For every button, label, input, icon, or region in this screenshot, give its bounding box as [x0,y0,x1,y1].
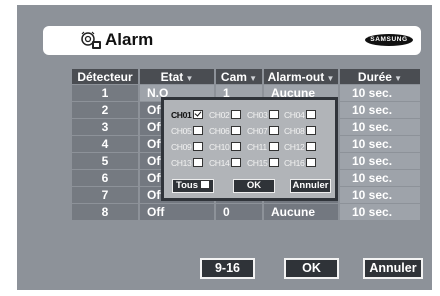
column-header-label: Etat [160,70,184,84]
channel-select-popup: CH01 CH02 CH03 CH04 CH05 CH06 CH07 CH08 CH09 CH10… [161,97,338,201]
checkbox-icon[interactable] [269,110,280,119]
channel-checkbox-item[interactable]: CH16 [284,158,317,169]
table-cell-duree[interactable]: 10 sec. [340,85,420,101]
dropdown-arrow-icon: ▼ [183,74,194,83]
channel-checkbox-item[interactable]: CH11 [247,142,279,153]
channel-checkbox-item[interactable]: CH04 [284,110,317,121]
column-header[interactable]: Durée ▼ [340,69,420,84]
channel-checkbox-item[interactable]: CH14 [209,158,242,169]
channel-label: CH04 [284,110,305,120]
channel-label: CH08 [284,126,305,136]
channel-checkbox-item[interactable]: CH12 [284,142,317,153]
table-cell-num: 8 [72,204,138,220]
channel-label: CH11 [247,142,267,152]
checkbox-icon[interactable] [269,126,280,135]
dropdown-arrow-icon: ▼ [246,74,258,83]
alarm-camera-icon [81,31,101,49]
table-cell-duree[interactable]: 10 sec. [340,170,420,186]
channel-label: CH09 [171,142,192,152]
channel-checkbox-item[interactable]: CH06 [209,126,242,137]
table-cell-num: 6 [72,170,138,186]
channel-label: CH16 [284,158,305,168]
table-cell-num: 1 [72,85,138,101]
channel-label: CH15 [247,158,268,168]
checkbox-icon[interactable] [306,142,317,151]
title-bar: Alarm SAMSUNG [43,26,421,55]
range-9-16-button[interactable]: 9-16 [200,258,255,279]
cancel-button[interactable]: Annuler [363,258,423,279]
table-cell-duree[interactable]: 10 sec. [340,102,420,118]
channel-checkbox-item[interactable]: CH01 [171,110,204,121]
channel-checkbox-item[interactable]: CH05 [171,126,204,137]
channel-label: CH14 [209,158,230,168]
channel-label: CH02 [209,110,230,120]
table-cell-duree[interactable]: 10 sec. [340,153,420,169]
channel-checkbox-item[interactable]: CH13 [171,158,204,169]
checkbox-icon[interactable] [231,158,242,167]
channel-label: CH12 [284,142,305,152]
channel-checkbox-item[interactable]: CH10 [209,142,242,153]
table-cell-duree[interactable]: 10 sec. [340,204,420,220]
checkbox-icon[interactable] [200,180,210,189]
channel-label: CH01 [171,110,192,120]
channel-checkbox-item[interactable]: CH07 [247,126,280,137]
checkbox-icon[interactable] [268,142,279,151]
select-all-button[interactable]: Tous [172,179,214,193]
checkbox-icon[interactable] [269,158,280,167]
checkbox-icon[interactable] [306,126,317,135]
checkbox-icon[interactable] [306,110,317,119]
table-cell-num: 2 [72,102,138,118]
table-cell-duree[interactable]: 10 sec. [340,187,420,203]
channel-checkbox-item[interactable]: CH03 [247,110,280,121]
ok-button[interactable]: OK [284,258,339,279]
table-cell-duree[interactable]: 10 sec. [340,119,420,135]
channel-label: CH05 [171,126,192,136]
table-cell-etat[interactable]: Off [140,204,214,220]
table-cell-num: 7 [72,187,138,203]
table-cell-alarm[interactable]: Aucune [264,204,338,220]
popup-cancel-button[interactable]: Annuler [290,179,331,193]
column-header-label: Alarm-out [267,70,325,84]
channel-checkbox-item[interactable]: CH08 [284,126,317,137]
channel-checkbox-item[interactable]: CH09 [171,142,204,153]
column-header[interactable]: Etat ▼ [140,69,214,84]
checkbox-icon[interactable] [193,142,204,151]
column-header[interactable]: Cam ▼ [216,69,262,84]
dropdown-arrow-icon: ▼ [391,74,403,83]
dropdown-arrow-icon: ▼ [324,74,335,83]
channel-checkbox-item[interactable]: CH02 [209,110,242,121]
table-cell-num: 5 [72,153,138,169]
channel-label: CH07 [247,126,268,136]
window-title: Alarm [105,30,154,49]
column-header-label: Durée [357,70,392,84]
table-cell-num: 3 [72,119,138,135]
table-cell-duree[interactable]: 10 sec. [340,136,420,152]
channel-label: CH03 [247,110,268,120]
table-cell-num: 4 [72,136,138,152]
checkbox-icon[interactable] [231,126,242,135]
select-all-label: Tous [176,180,198,191]
channel-label: CH13 [171,158,192,168]
checkbox-icon[interactable] [193,126,204,135]
channel-label: CH06 [209,126,230,136]
table-cell-cam[interactable]: 0 [216,204,262,220]
popup-ok-button[interactable]: OK [233,179,275,193]
checkbox-checked-icon[interactable] [193,110,204,119]
channel-checkbox-item[interactable]: CH15 [247,158,280,169]
column-header: Détecteur [72,69,138,84]
channel-label: CH10 [209,142,230,152]
column-header-label: Cam [220,70,247,84]
column-header-label: Détecteur [77,70,133,84]
channel-select-panel: CH01 CH02 CH03 CH04 CH05 CH06 CH07 CH08 CH09 CH10… [164,100,335,198]
checkbox-icon[interactable] [231,142,242,151]
samsung-logo: SAMSUNG [365,34,413,46]
checkbox-icon[interactable] [231,110,242,119]
column-header[interactable]: Alarm-out ▼ [264,69,338,84]
checkbox-icon[interactable] [193,158,204,167]
checkbox-icon[interactable] [306,158,317,167]
